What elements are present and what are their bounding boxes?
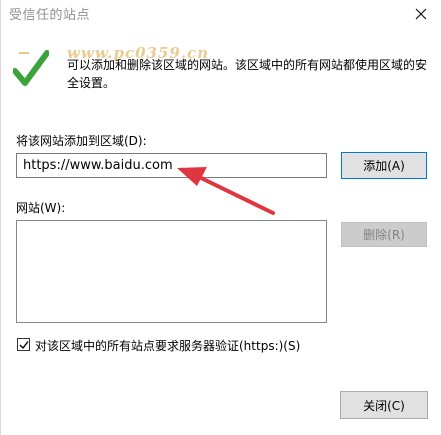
zone-info-text: 可以添加和删除该区域的网站。该区域中的所有网站都使用区域的安全设置。 [67, 58, 428, 90]
websites-list[interactable] [16, 220, 327, 323]
remove-button: 删除(R) [341, 222, 427, 247]
https-verify-checkbox[interactable] [17, 338, 30, 351]
window-title: 受信任的站点 [9, 8, 91, 23]
add-site-label: 将该网站添加到区域(D): [16, 134, 147, 148]
add-button[interactable]: 添加(A) [341, 152, 427, 179]
check-icon [19, 340, 29, 349]
close-button[interactable]: 关闭(C) [340, 391, 428, 419]
checkmark-icon [13, 50, 49, 86]
close-icon [415, 8, 427, 20]
websites-label: 网站(W): [16, 201, 66, 215]
window-close-button[interactable] [406, 2, 436, 26]
trusted-sites-dialog: 受信任的站点 www.pc0359.cn 可以添加和删除该区域的网站。该区域中的… [0, 0, 441, 435]
site-url-input[interactable] [16, 153, 327, 178]
https-verify-label[interactable]: 对该区域中的所有站点要求服务器验证(https:)(S) [35, 337, 300, 354]
title-bar[interactable]: 受信任的站点 [1, 0, 441, 28]
